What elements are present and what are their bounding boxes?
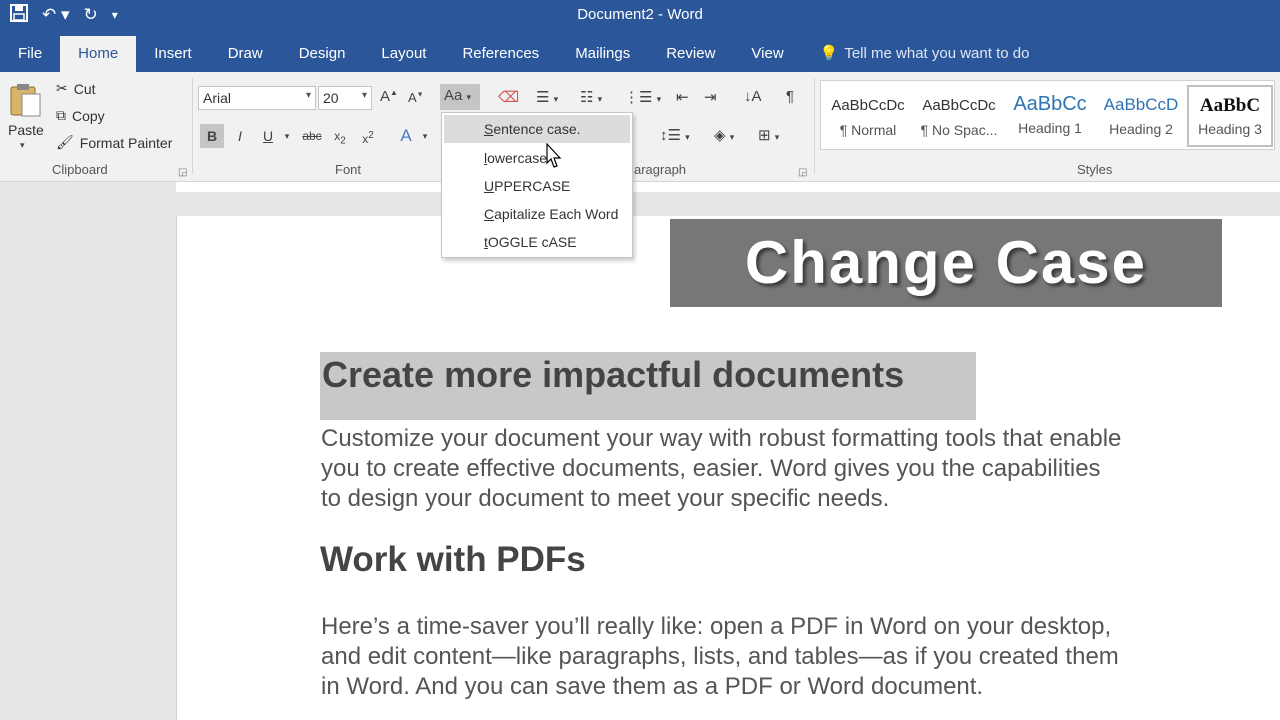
chevron-down-icon: ▾ xyxy=(361,90,367,101)
clear-formatting-icon[interactable]: ⌫ xyxy=(498,88,519,106)
style-normal[interactable]: AaBbCcDc ¶ Normal xyxy=(823,85,913,147)
font-group-label: Font xyxy=(335,162,362,177)
tab-view[interactable]: View xyxy=(733,36,801,72)
underline-button[interactable]: U xyxy=(256,124,280,148)
document-paragraph-2[interactable]: Here’s a time-saver you’ll really like: … xyxy=(321,612,1119,702)
chevron-down-icon: ▾ xyxy=(305,90,311,101)
shading-icon[interactable]: ◈ ▾ xyxy=(714,126,734,144)
cut-button[interactable]: ✂ Cut xyxy=(56,80,96,97)
title-bar: ↶ ▾ ↻ ▾ Document2 - Word xyxy=(0,0,1280,30)
menu-item-uppercase[interactable]: UPPERCASE xyxy=(444,172,630,200)
font-family-select[interactable]: Arial ▾ xyxy=(198,86,316,110)
text-effects-icon[interactable]: A xyxy=(394,124,418,148)
previous-page-edge xyxy=(176,182,1280,192)
italic-button[interactable]: I xyxy=(228,124,252,148)
tab-layout[interactable]: Layout xyxy=(363,36,444,72)
sort-icon[interactable]: ↓A xyxy=(744,88,762,105)
tab-file[interactable]: File xyxy=(0,36,60,72)
underline-dropdown-icon[interactable]: ▾ xyxy=(280,124,294,148)
lightbulb-icon: 💡 xyxy=(819,45,839,62)
copy-button[interactable]: ⧉ Copy xyxy=(56,107,105,124)
grow-font-icon[interactable]: A▲ xyxy=(380,88,398,105)
mouse-cursor-icon xyxy=(546,143,562,168)
menu-item-toggle-case[interactable]: tOGGLE cASE xyxy=(444,228,630,256)
ribbon-tabs: File Home Insert Draw Design Layout Refe… xyxy=(0,30,1280,72)
paragraph-group-label: aragraph xyxy=(634,162,687,177)
borders-icon[interactable]: ⊞ ▾ xyxy=(758,126,779,144)
clipboard-launcher-icon[interactable]: ◲ xyxy=(178,167,187,178)
decrease-indent-icon[interactable]: ⇤ xyxy=(676,88,689,106)
tab-review[interactable]: Review xyxy=(648,36,733,72)
style-heading-2[interactable]: AaBbCcD Heading 2 xyxy=(1096,85,1186,147)
clipboard-group-label: Clipboard xyxy=(52,162,108,177)
tab-draw[interactable]: Draw xyxy=(210,36,281,72)
tab-references[interactable]: References xyxy=(444,36,557,72)
bold-button[interactable]: B xyxy=(200,124,224,148)
subscript-button[interactable]: x2 xyxy=(328,124,352,148)
document-heading-1[interactable]: Create more impactful documents xyxy=(320,352,976,420)
document-heading-2[interactable]: Work with PDFs xyxy=(320,540,586,580)
scissors-icon: ✂ xyxy=(56,80,68,96)
paste-button[interactable]: Paste xyxy=(8,122,44,138)
superscript-button[interactable]: x2 xyxy=(356,124,380,148)
line-spacing-icon[interactable]: ↕☰ ▾ xyxy=(660,126,690,144)
shrink-font-icon[interactable]: A▼ xyxy=(408,90,424,105)
styles-gallery: AaBbCcDc ¶ Normal AaBbCcDc ¶ No Spac... … xyxy=(820,80,1275,150)
increase-indent-icon[interactable]: ⇥ xyxy=(704,88,717,106)
paragraph-launcher-icon[interactable]: ◲ xyxy=(798,167,807,178)
style-no-spacing[interactable]: AaBbCcDc ¶ No Spac... xyxy=(914,85,1004,147)
menu-item-capitalize-each-word[interactable]: Capitalize Each Word xyxy=(444,200,630,228)
numbering-icon[interactable]: ☷ ▾ xyxy=(580,88,602,106)
group-separator xyxy=(192,78,193,174)
change-case-menu: Sentence case. lowercase UPPERCASE Capit… xyxy=(441,112,633,258)
font-size-select[interactable]: 20 ▾ xyxy=(318,86,372,110)
tell-me-box[interactable]: 💡 Tell me what you want to do xyxy=(802,36,1048,72)
ribbon-home: Paste ▾ ✂ Cut ⧉ Copy 🖌 Format Painter Clipb… xyxy=(0,72,1280,182)
menu-item-lowercase[interactable]: lowercase xyxy=(444,144,630,172)
styles-group-label: Styles xyxy=(1077,162,1113,177)
change-case-button[interactable]: Aa ▾ xyxy=(440,84,480,110)
style-heading-3[interactable]: AaBbC Heading 3 xyxy=(1187,85,1273,147)
bullets-icon[interactable]: ☰ ▾ xyxy=(536,88,558,106)
paste-dropdown-icon[interactable]: ▾ xyxy=(20,140,25,151)
document-paragraph-1[interactable]: Customize your document your way with ro… xyxy=(321,424,1121,514)
show-formatting-icon[interactable]: ¶ xyxy=(786,88,794,105)
tab-home[interactable]: Home xyxy=(60,36,137,72)
window-title: Document2 - Word xyxy=(577,6,703,23)
text-effects-dropdown-icon[interactable]: ▾ xyxy=(418,124,432,148)
tab-mailings[interactable]: Mailings xyxy=(557,36,648,72)
copy-icon: ⧉ xyxy=(56,107,66,123)
multilevel-list-icon[interactable]: ⋮☰ ▾ xyxy=(624,88,661,106)
tutorial-banner: Change Case xyxy=(670,219,1222,307)
paintbrush-icon: 🖌 xyxy=(56,134,74,150)
menu-item-sentence-case[interactable]: Sentence case. xyxy=(444,115,630,143)
tab-design[interactable]: Design xyxy=(281,36,364,72)
format-painter-button[interactable]: 🖌 Format Painter xyxy=(56,134,172,151)
group-separator xyxy=(814,78,815,174)
paste-icon[interactable] xyxy=(8,82,44,118)
strikethrough-button[interactable]: abc xyxy=(298,124,326,148)
style-heading-1[interactable]: AaBbCc Heading 1 xyxy=(1005,85,1095,147)
tell-me-placeholder: Tell me what you want to do xyxy=(844,45,1030,62)
tab-insert[interactable]: Insert xyxy=(136,36,210,72)
